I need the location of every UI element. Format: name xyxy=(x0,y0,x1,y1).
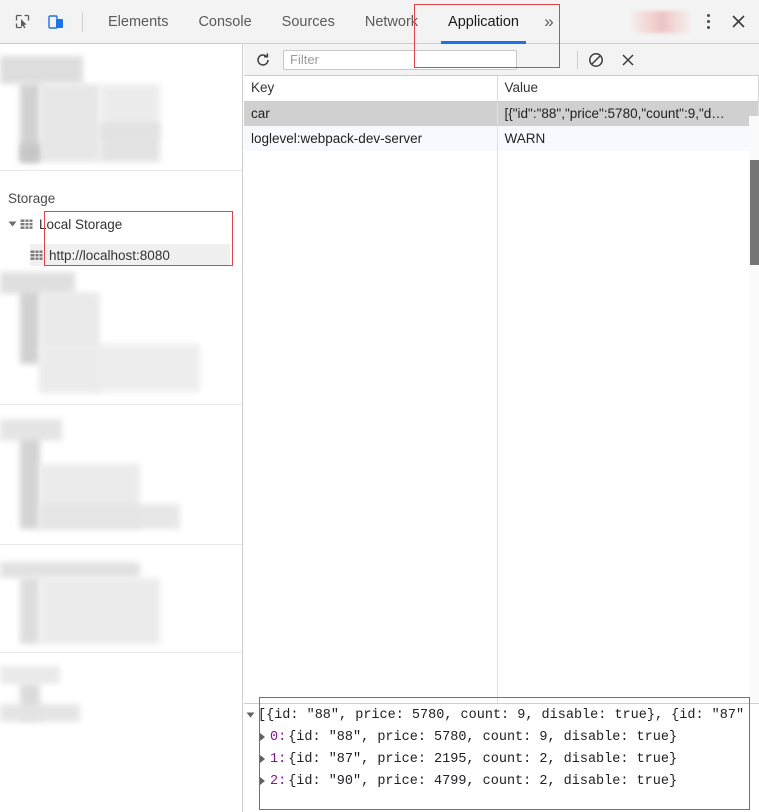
redacted-sidebar-block xyxy=(40,84,100,162)
console-item-text: {id: "87", price: 2195, count: 2, disabl… xyxy=(288,751,678,767)
redacted-sidebar-block xyxy=(0,562,140,578)
console-item-index: 2: xyxy=(270,773,287,789)
console-root-entry[interactable]: [{id: "88", price: 5780, count: 9, disab… xyxy=(244,704,759,726)
more-tabs-icon[interactable]: » xyxy=(534,0,564,44)
column-header-key[interactable]: Key xyxy=(244,76,498,102)
table-row[interactable]: loglevel:webpack-dev-server WARN xyxy=(244,126,759,151)
cell-value[interactable]: WARN xyxy=(497,126,759,151)
tab-elements[interactable]: Elements xyxy=(93,0,183,44)
sidebar-item-origin-localhost[interactable]: http://localhost:8080 xyxy=(30,244,230,266)
tab-label: Console xyxy=(198,13,252,30)
sidebar-item-local-storage[interactable]: Local Storage xyxy=(8,213,123,235)
cell-key[interactable]: car xyxy=(244,101,498,126)
more-options-icon[interactable] xyxy=(695,7,721,37)
devtools-toolbar: Elements Console Sources Network Applica… xyxy=(0,0,759,44)
sidebar-divider xyxy=(0,404,242,405)
local-storage-table-icon xyxy=(30,249,43,262)
sidebar-divider xyxy=(0,652,242,653)
table-header-row: Key Value xyxy=(244,76,759,102)
sidebar-section-storage: Storage xyxy=(8,191,56,206)
delete-selected-x-icon[interactable] xyxy=(614,47,642,73)
console-drawer: [{id: "88", price: 5780, count: 9, disab… xyxy=(244,703,759,812)
redacted-sidebar-block xyxy=(100,122,160,162)
tab-label: Network xyxy=(364,13,419,30)
console-array-item[interactable]: 0: {id: "88", price: 5780, count: 9, dis… xyxy=(244,726,759,748)
redacted-sidebar-block xyxy=(0,419,62,441)
console-item-text: {id: "88", price: 5780, count: 9, disabl… xyxy=(288,729,678,745)
clear-all-no-entry-icon[interactable] xyxy=(582,47,610,73)
triangle-collapsed-icon[interactable] xyxy=(260,733,265,741)
sidebar-divider xyxy=(0,544,242,545)
tab-application[interactable]: Application xyxy=(433,0,534,44)
sidebar-item-label: Local Storage xyxy=(39,216,123,232)
cell-key[interactable]: loglevel:webpack-dev-server xyxy=(244,126,498,151)
redacted-sidebar-block xyxy=(0,704,80,722)
redacted-sidebar-block xyxy=(0,666,60,684)
redacted-sidebar-block xyxy=(0,56,83,84)
redacted-sidebar-block xyxy=(40,578,160,644)
redacted-sidebar-block xyxy=(0,272,75,294)
panel-tabs: Elements Console Sources Network Applica… xyxy=(93,0,534,44)
redacted-sidebar-block xyxy=(20,439,40,529)
triangle-collapsed-icon[interactable] xyxy=(260,777,265,785)
device-toolbar-icon[interactable] xyxy=(42,8,70,36)
column-header-value[interactable]: Value xyxy=(497,76,759,102)
toolbar-right-group xyxy=(633,0,759,44)
search-input[interactable] xyxy=(283,49,517,70)
console-item-index: 0: xyxy=(270,729,287,745)
console-item-text: {id: "90", price: 4799, count: 2, disabl… xyxy=(288,773,678,789)
triangle-collapsed-icon[interactable] xyxy=(260,755,265,763)
panel-scrollbar-thumb[interactable] xyxy=(750,160,759,265)
application-sidebar: Storage Local Storage http://localhost:8… xyxy=(0,44,243,812)
local-storage-table: Key Value car [{"id":"88","price":5780,"… xyxy=(244,76,759,151)
sidebar-item-label: http://localhost:8080 xyxy=(49,247,170,263)
devtools-window: Elements Console Sources Network Applica… xyxy=(0,0,759,812)
issues-badge-blurred[interactable] xyxy=(633,10,689,33)
redacted-sidebar-block xyxy=(20,578,40,644)
column-resize-divider[interactable] xyxy=(497,101,498,746)
console-item-index: 1: xyxy=(270,751,287,767)
inspect-element-icon[interactable] xyxy=(8,8,36,36)
tab-label: Sources xyxy=(281,13,335,30)
tab-label: Application xyxy=(448,13,519,30)
storage-filter-toolbar xyxy=(244,44,759,76)
cell-value[interactable]: [{"id":"88","price":5780,"count":9,"d… xyxy=(497,101,759,126)
tab-network[interactable]: Network xyxy=(350,0,433,44)
redacted-sidebar-block xyxy=(20,144,40,162)
local-storage-panel: Key Value car [{"id":"88","price":5780,"… xyxy=(244,44,759,812)
triangle-expanded-icon[interactable] xyxy=(8,221,17,227)
refresh-icon[interactable] xyxy=(249,47,277,73)
redacted-sidebar-block xyxy=(40,344,200,392)
console-root-text: [{id: "88", price: 5780, count: 9, disab… xyxy=(258,707,745,723)
console-array-item[interactable]: 1: {id: "87", price: 2195, count: 2, dis… xyxy=(244,748,759,770)
table-row[interactable]: car [{"id":"88","price":5780,"count":9,"… xyxy=(244,101,759,126)
console-array-item[interactable]: 2: {id: "90", price: 4799, count: 2, dis… xyxy=(244,770,759,792)
close-icon[interactable] xyxy=(721,5,755,39)
toolbar-divider xyxy=(577,50,578,69)
tab-sources[interactable]: Sources xyxy=(267,0,350,44)
tab-console[interactable]: Console xyxy=(183,0,266,44)
toolbar-divider xyxy=(82,11,83,32)
local-storage-table-icon xyxy=(20,218,33,231)
redacted-sidebar-block xyxy=(20,292,40,364)
redacted-sidebar-block xyxy=(40,504,180,529)
triangle-expanded-icon[interactable] xyxy=(246,712,255,718)
sidebar-divider xyxy=(0,170,242,171)
tab-label: Elements xyxy=(108,13,169,30)
